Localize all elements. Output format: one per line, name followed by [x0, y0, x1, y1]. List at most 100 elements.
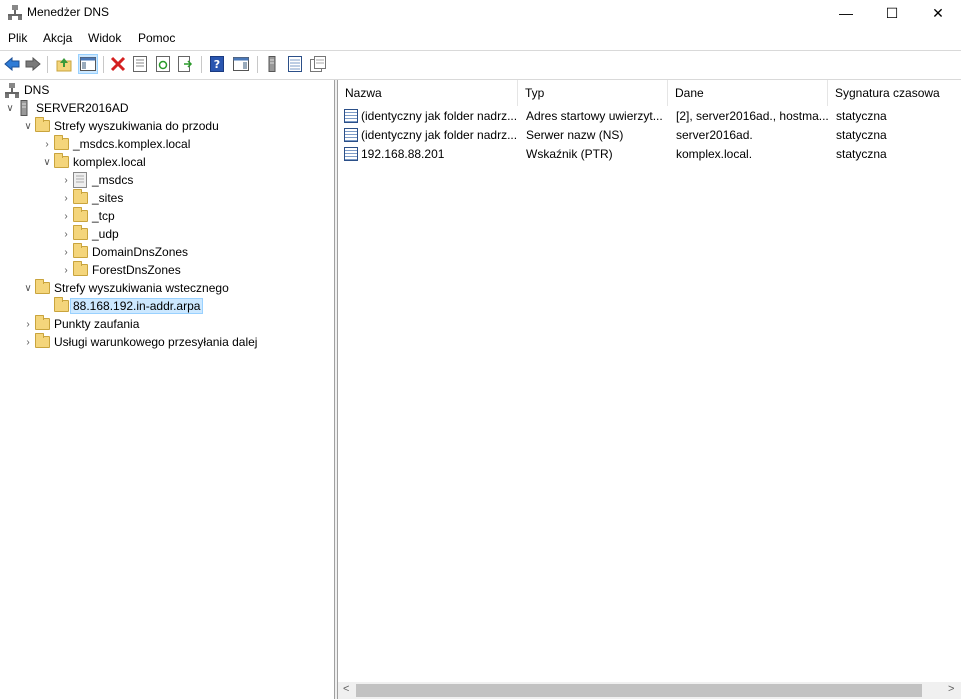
close-button[interactable]: ✕ — [915, 0, 961, 26]
cell-type: Wskaźnik (PTR) — [526, 146, 613, 161]
scroll-right-arrow-icon[interactable]: > — [948, 683, 954, 695]
delegation-folder-icon — [72, 172, 88, 188]
scroll-left-arrow-icon[interactable]: < — [343, 683, 349, 695]
help-icon: ? — [210, 56, 224, 72]
folder-icon — [72, 225, 88, 242]
help-button[interactable]: ? — [208, 55, 226, 73]
horizontal-scrollbar[interactable]: < > — [338, 682, 961, 699]
tree-item-sub-domaindnszones[interactable]: › DomainDnsZones — [60, 243, 188, 261]
records-button[interactable] — [309, 55, 327, 73]
tree-item-reverse-zones[interactable]: ∨ Strefy wyszukiwania wstecznego — [22, 279, 229, 297]
tree-item-msdcs-zone[interactable]: › _msdcs.komplex.local — [41, 135, 190, 153]
tree-label: 88.168.192.in-addr.arpa — [70, 298, 204, 314]
chevron-down-icon[interactable]: ∨ — [22, 279, 34, 297]
action-pane-icon — [233, 57, 249, 71]
list-view-button[interactable] — [286, 55, 304, 73]
tree-item-trust-points[interactable]: › Punkty zaufania — [22, 315, 139, 333]
menu-bar: Plik Akcja Widok Pomoc — [0, 28, 961, 49]
tree-label: DNS — [24, 83, 50, 97]
refresh-icon — [156, 56, 170, 72]
console-tree: DNS ∨ SERVER2016AD ∨ Strefy wyszukiwania… — [0, 80, 334, 699]
tree-label: Usługi warunkowego przesyłania dalej — [54, 335, 258, 349]
up-level-button[interactable] — [55, 55, 73, 73]
properties-button[interactable] — [131, 55, 149, 73]
menu-help[interactable]: Pomoc — [138, 31, 175, 45]
chevron-right-icon[interactable]: › — [22, 333, 34, 351]
tree-item-sub-udp[interactable]: › _udp — [60, 225, 119, 243]
tree-item-komplex-zone[interactable]: ∨ komplex.local — [41, 153, 146, 171]
cell-name: 192.168.88.201 — [361, 146, 445, 161]
folder-icon — [72, 243, 88, 260]
delete-x-icon — [110, 56, 126, 72]
chevron-right-icon[interactable]: › — [60, 189, 72, 207]
folder-icon — [34, 333, 50, 350]
toolbar-separator — [47, 56, 48, 73]
window-title: Menedżer DNS — [27, 5, 110, 19]
chevron-right-icon[interactable]: › — [60, 207, 72, 225]
cell-timestamp: statyczna — [836, 146, 887, 161]
tree-item-sub-msdcs[interactable]: › _msdcs — [60, 171, 133, 189]
chevron-right-icon[interactable]: › — [60, 225, 72, 243]
minimize-icon: — — [839, 5, 853, 21]
column-header-type[interactable]: Typ — [518, 80, 668, 106]
column-header-timestamp[interactable]: Sygnatura czasowa — [828, 80, 961, 106]
show-hide-action-pane-button[interactable] — [232, 55, 250, 73]
scrollbar-thumb[interactable] — [356, 684, 922, 697]
chevron-down-icon[interactable]: ∨ — [41, 153, 53, 171]
export-list-button[interactable] — [177, 55, 195, 73]
zone-icon — [53, 135, 69, 152]
table-row[interactable]: 192.168.88.201 Wskaźnik (PTR) komplex.lo… — [338, 144, 961, 163]
cell-data: [2], server2016ad., hostma... — [676, 108, 828, 123]
tree-item-forward-zones[interactable]: ∨ Strefy wyszukiwania do przodu — [22, 117, 219, 135]
tree-item-sub-forestdnszones[interactable]: › ForestDnsZones — [60, 261, 181, 279]
folder-icon — [72, 189, 88, 206]
toolbar-separator — [257, 56, 258, 73]
server-button[interactable] — [263, 55, 281, 73]
cell-type: Serwer nazw (NS) — [526, 127, 624, 142]
chevron-right-icon[interactable]: › — [41, 135, 53, 153]
svg-text:?: ? — [214, 58, 220, 71]
chevron-right-icon[interactable]: › — [60, 171, 72, 189]
cell-data: komplex.local. — [676, 146, 753, 161]
menu-file[interactable]: Plik — [8, 31, 27, 45]
record-icon — [344, 108, 358, 123]
table-row[interactable]: (identyczny jak folder nadrz... Adres st… — [338, 106, 961, 125]
properties-icon — [133, 56, 147, 72]
maximize-button[interactable]: ☐ — [869, 0, 915, 26]
tree-item-server[interactable]: ∨ SERVER2016AD — [4, 99, 129, 117]
back-arrow-icon — [4, 57, 20, 71]
chevron-down-icon[interactable]: ∨ — [22, 117, 34, 135]
tree-label: _sites — [92, 191, 124, 205]
minimize-button[interactable]: — — [823, 0, 869, 26]
tree-item-sub-tcp[interactable]: › _tcp — [60, 207, 115, 225]
tree-label: komplex.local — [73, 155, 146, 169]
column-header-data[interactable]: Dane — [668, 80, 828, 106]
tree-item-conditional-forwarders[interactable]: › Usługi warunkowego przesyłania dalej — [22, 333, 257, 351]
table-row[interactable]: (identyczny jak folder nadrz... Serwer n… — [338, 125, 961, 144]
delete-button[interactable] — [109, 55, 127, 73]
folder-icon — [34, 315, 50, 332]
close-icon: ✕ — [932, 4, 944, 21]
folder-icon — [72, 261, 88, 278]
chevron-right-icon[interactable]: › — [60, 261, 72, 279]
tree-item-dns-root[interactable]: DNS — [4, 81, 49, 99]
forward-button[interactable] — [24, 55, 42, 73]
folder-icon — [34, 279, 50, 296]
tree-item-reverse-zone-selected[interactable]: 88.168.192.in-addr.arpa — [53, 297, 204, 315]
refresh-button[interactable] — [154, 55, 172, 73]
tree-label: _msdcs — [92, 173, 134, 187]
column-header-name[interactable]: Nazwa — [338, 80, 518, 106]
tree-label: _tcp — [92, 209, 115, 223]
tree-item-sub-sites[interactable]: › _sites — [60, 189, 123, 207]
folder-icon — [72, 207, 88, 224]
chevron-right-icon[interactable]: › — [60, 243, 72, 261]
chevron-right-icon[interactable]: › — [22, 315, 34, 333]
chevron-down-icon[interactable]: ∨ — [4, 99, 16, 117]
record-icon — [344, 146, 358, 161]
show-hide-console-tree-button[interactable] — [78, 54, 98, 74]
cell-timestamp: statyczna — [836, 108, 887, 123]
menu-action[interactable]: Akcja — [43, 31, 72, 45]
cell-data: server2016ad. — [676, 127, 753, 142]
menu-view[interactable]: Widok — [88, 31, 121, 45]
back-button[interactable] — [3, 55, 21, 73]
